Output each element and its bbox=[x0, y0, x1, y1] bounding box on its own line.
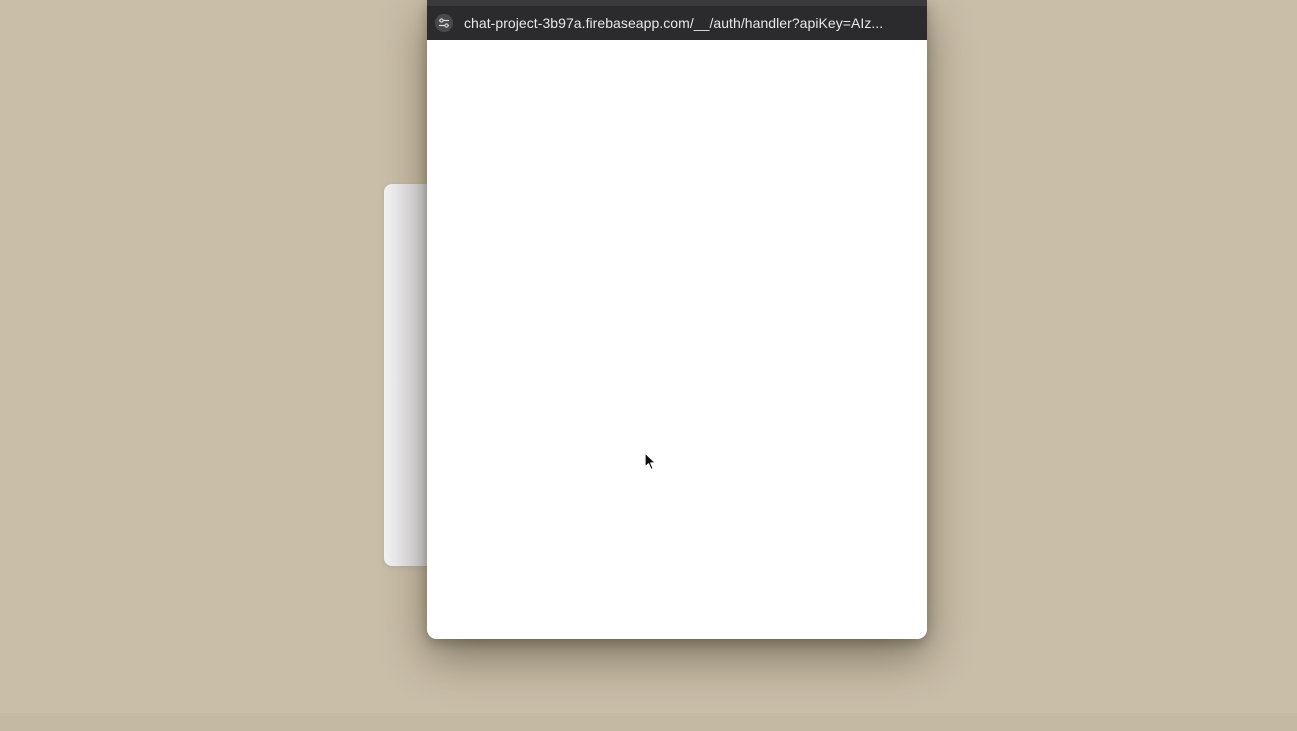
arrow-cursor-icon bbox=[644, 452, 657, 471]
popup-url-text: chat-project-3b97a.firebaseapp.com/__/au… bbox=[464, 15, 884, 31]
popup-page-content bbox=[427, 40, 927, 639]
popup-url-bar: chat-project-3b97a.firebaseapp.com/__/au… bbox=[427, 6, 927, 40]
auth-popup-window[interactable]: chat-project-3b97a.firebaseapp.com/__/au… bbox=[427, 0, 927, 639]
site-info-button[interactable] bbox=[435, 14, 453, 32]
desktop-bottom-strip bbox=[0, 713, 1297, 731]
desktop-background: chat-project-3b97a.firebaseapp.com/__/au… bbox=[0, 0, 1297, 731]
tune-icon bbox=[439, 18, 449, 28]
